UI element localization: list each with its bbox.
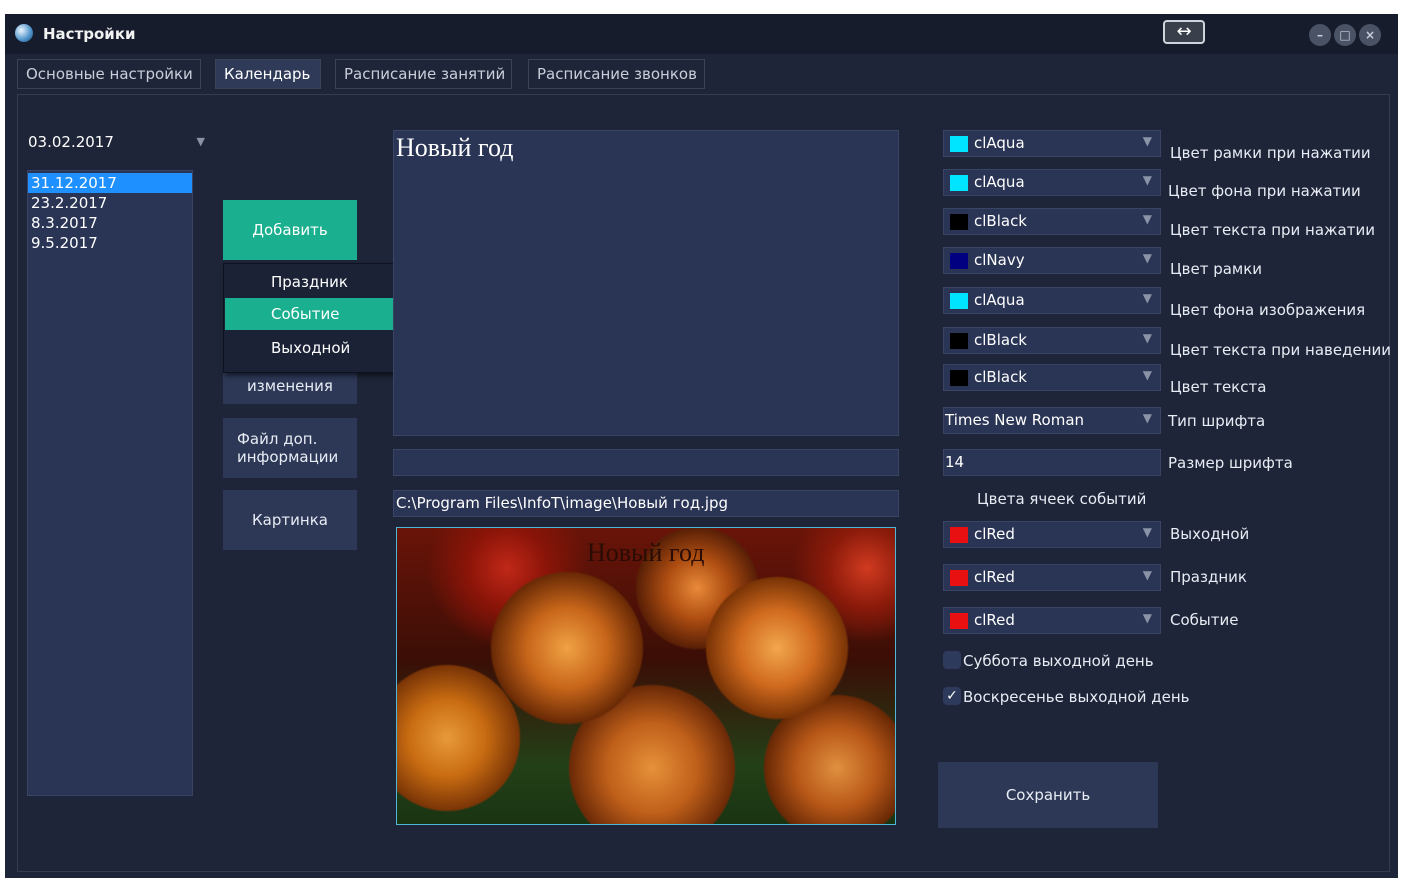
window-title: Настройки [43, 25, 136, 43]
chevron-down-icon: ▼ [1142, 291, 1152, 305]
color-swatch [950, 570, 968, 586]
color-swatch [950, 175, 968, 191]
chevron-down-icon: ▼ [1142, 568, 1152, 582]
event-colors-heading: Цвета ячеек событий [977, 490, 1147, 508]
image-bg-label: Цвет фона изображения [1170, 301, 1366, 319]
event-image-preview: Новый год [396, 527, 896, 825]
border-color-select[interactable]: clNavy ▼ [943, 247, 1161, 274]
font-type-select[interactable]: Times New Roman ▼ [943, 407, 1161, 434]
tab-main-settings[interactable]: Основные настройки [17, 59, 201, 89]
add-button[interactable]: Добавить [223, 200, 357, 260]
list-item[interactable]: 8.3.2017 [28, 213, 192, 233]
border-label: Цвет рамки [1170, 260, 1263, 278]
picture-button[interactable]: Картинка [223, 490, 357, 550]
image-bg-color-select[interactable]: clAqua ▼ [943, 287, 1161, 314]
font-size-label: Размер шрифта [1168, 454, 1293, 472]
sunday-off-checkbox[interactable]: ✓ [943, 687, 961, 705]
text-pressed-label: Цвет текста при нажатии [1170, 221, 1375, 239]
image-path-field[interactable]: C:\Program Files\InfoT\image\Новый год.j… [393, 490, 899, 517]
chevron-down-icon: ▼ [196, 135, 205, 148]
chevron-down-icon: ▼ [1142, 611, 1152, 625]
color-swatch [950, 253, 968, 269]
border-pressed-label: Цвет рамки при нажатии [1170, 144, 1371, 162]
border-pressed-color-select[interactable]: clAqua ▼ [943, 130, 1161, 157]
info-file-button[interactable]: Файл доп. информации [223, 418, 357, 478]
chevron-down-icon: ▼ [1142, 525, 1152, 539]
swap-arrows-button[interactable]: ↔ [1163, 20, 1205, 44]
chevron-down-icon: ▼ [1142, 173, 1152, 187]
color-swatch [950, 333, 968, 349]
event-color-label: Событие [1170, 611, 1239, 629]
minimize-icon[interactable]: – [1309, 24, 1331, 46]
color-swatch [950, 370, 968, 386]
holiday-color-label: Праздник [1170, 568, 1247, 586]
event-color-select[interactable]: clRed ▼ [943, 607, 1161, 634]
chevron-down-icon: ▼ [1142, 134, 1152, 148]
tab-calendar[interactable]: Календарь [215, 59, 321, 89]
color-swatch [950, 136, 968, 152]
list-item[interactable]: 9.5.2017 [28, 233, 192, 253]
chevron-down-icon: ▼ [1142, 368, 1152, 382]
color-swatch [950, 527, 968, 543]
event-text-area[interactable]: Новый год [393, 130, 899, 436]
day-off-color-select[interactable]: clRed ▼ [943, 521, 1161, 548]
chevron-down-icon: ▼ [1142, 331, 1152, 345]
date-select[interactable]: 03.02.2017 ▼ [23, 130, 211, 156]
title-bar[interactable]: Настройки ↔ – □ × [5, 14, 1398, 54]
saturday-off-label: Суббота выходной день [963, 652, 1154, 670]
settings-window: Настройки ↔ – □ × Основные настройки Кал… [5, 14, 1398, 878]
app-globe-icon [15, 24, 33, 42]
text-hover-color-select[interactable]: clBlack ▼ [943, 327, 1161, 354]
text-color-label: Цвет текста [1170, 378, 1267, 396]
holiday-color-select[interactable]: clRed ▼ [943, 564, 1161, 591]
tab-lessons-schedule[interactable]: Расписание занятий [335, 59, 512, 89]
color-swatch [950, 293, 968, 309]
text-color-select[interactable]: clBlack ▼ [943, 364, 1161, 391]
chevron-down-icon: ▼ [1142, 411, 1152, 425]
maximize-icon[interactable]: □ [1334, 24, 1356, 46]
text-hover-label: Цвет текста при наведении [1170, 341, 1390, 359]
dates-list[interactable]: 31.12.2017 23.2.2017 8.3.2017 9.5.2017 [27, 170, 193, 796]
sunday-off-label: Воскресенье выходной день [963, 688, 1190, 706]
color-swatch [950, 613, 968, 629]
save-button[interactable]: Сохранить [938, 762, 1158, 828]
close-icon[interactable]: × [1359, 24, 1381, 46]
saturday-off-checkbox[interactable] [943, 651, 961, 669]
bg-pressed-label: Цвет фона при нажатии [1168, 182, 1361, 200]
extra-text-field[interactable] [393, 449, 899, 476]
day-off-color-label: Выходной [1170, 525, 1250, 543]
text-pressed-color-select[interactable]: clBlack ▼ [943, 208, 1161, 235]
list-item[interactable]: 23.2.2017 [28, 193, 192, 213]
tab-bell-schedule[interactable]: Расписание звонков [528, 59, 705, 89]
font-type-label: Тип шрифта [1168, 412, 1266, 430]
color-swatch [950, 214, 968, 230]
bg-pressed-color-select[interactable]: clAqua ▼ [943, 169, 1161, 196]
list-item[interactable]: 31.12.2017 [28, 173, 192, 193]
chevron-down-icon: ▼ [1142, 251, 1152, 265]
chevron-down-icon: ▼ [1142, 212, 1152, 226]
font-size-field[interactable]: 14 [943, 449, 1161, 476]
